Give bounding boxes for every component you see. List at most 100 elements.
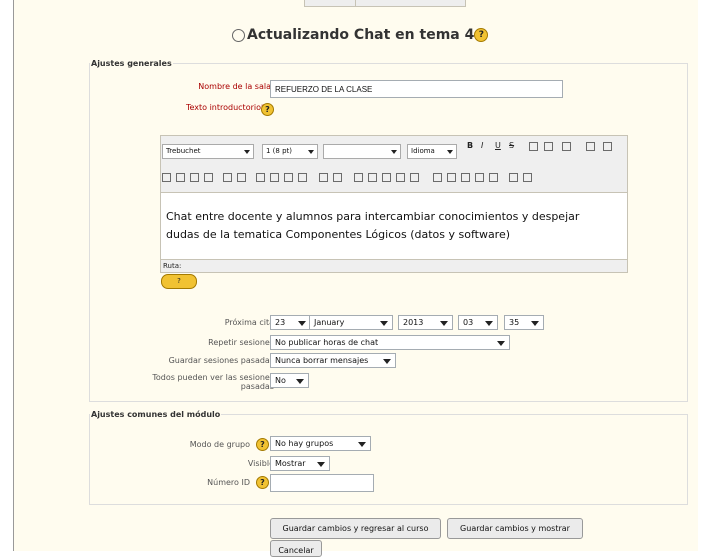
visible-value: Mostrar xyxy=(275,459,306,468)
repeat-select[interactable]: No publicar horas de chat xyxy=(270,335,510,350)
group-mode-value: No hay grupos xyxy=(275,439,334,448)
align-left-icon[interactable] xyxy=(162,173,171,182)
superscript-icon[interactable] xyxy=(544,142,553,151)
month-select-value: January xyxy=(314,318,345,327)
common-settings: Ajustes comunes del módulo xyxy=(89,410,688,505)
language-select-value: Idioma xyxy=(411,147,435,155)
general-settings-legend: Ajustes generales xyxy=(91,59,172,68)
bold-icon[interactable]: B xyxy=(467,141,473,150)
font-select[interactable]: Trebuchet xyxy=(162,144,254,159)
help-icon[interactable]: ? xyxy=(256,476,269,489)
table-icon[interactable] xyxy=(447,173,456,182)
chevron-down-icon xyxy=(383,359,391,364)
room-name-label: Nombre de la sala* xyxy=(132,82,275,91)
help-icon[interactable]: ? xyxy=(474,28,489,42)
chevron-down-icon xyxy=(531,321,539,326)
page-title: Actualizando Chat en tema 4? xyxy=(232,27,489,43)
chat-icon xyxy=(232,28,245,42)
justify-icon[interactable] xyxy=(204,173,213,182)
anchor-icon[interactable] xyxy=(368,173,377,182)
chevron-down-icon xyxy=(296,379,304,384)
chevron-down-icon xyxy=(244,150,250,154)
subscript-icon[interactable] xyxy=(529,142,538,151)
chevron-down-icon xyxy=(485,321,493,326)
link-icon[interactable] xyxy=(382,173,391,182)
text-color-icon[interactable] xyxy=(319,173,328,182)
italic-icon[interactable]: I xyxy=(481,141,483,150)
year-select[interactable]: 2013 xyxy=(398,315,453,330)
underline-icon[interactable]: U xyxy=(495,141,501,150)
cancel-button[interactable]: Cancelar xyxy=(270,540,322,557)
indent-icon[interactable] xyxy=(298,173,307,182)
year-select-value: 2013 xyxy=(403,318,424,327)
keep-sessions-value: Nunca borrar mensajes xyxy=(275,356,369,365)
chevron-down-icon xyxy=(317,462,325,467)
visible-select[interactable]: Mostrar xyxy=(270,456,330,471)
hour-select[interactable]: 03 xyxy=(458,315,498,330)
help-icon[interactable]: ? xyxy=(261,103,274,116)
editor-content[interactable]: Chat entre docente y alumnos para interc… xyxy=(166,208,606,244)
chevron-down-icon xyxy=(298,321,306,326)
group-mode-select[interactable]: No hay grupos xyxy=(270,436,371,451)
emoticon-icon[interactable] xyxy=(461,173,470,182)
horizontal-rule-icon[interactable] xyxy=(354,173,363,182)
rtl-icon[interactable] xyxy=(237,173,246,182)
room-name-input[interactable] xyxy=(270,80,563,98)
tab-separator xyxy=(355,0,356,6)
editor-help-icon[interactable]: ? xyxy=(161,274,197,289)
ltr-icon[interactable] xyxy=(223,173,232,182)
size-select[interactable]: 1 (8 pt) xyxy=(262,144,318,159)
outdent-icon[interactable] xyxy=(284,173,293,182)
rich-text-editor[interactable]: Trebuchet 1 (8 pt) Idioma B I U S Chat e… xyxy=(160,135,628,273)
editor-line-1: Chat entre docente y alumnos para interc… xyxy=(166,210,580,223)
unlink-icon[interactable] xyxy=(396,173,405,182)
size-select-value: 1 (8 pt) xyxy=(266,147,293,155)
everyone-view-select[interactable]: No xyxy=(270,373,309,388)
search-replace-icon[interactable] xyxy=(489,173,498,182)
editor-line-2: dudas de la tematica Componentes Lógicos… xyxy=(166,228,511,241)
everyone-view-label-line1: Todos pueden ver las sesiones xyxy=(152,373,274,382)
next-date-label: Próxima cita xyxy=(224,318,274,327)
minute-select[interactable]: 35 xyxy=(504,315,544,330)
strikethrough-icon[interactable]: S xyxy=(509,141,514,150)
chevron-down-icon xyxy=(497,341,505,346)
prevent-link-icon[interactable] xyxy=(410,173,419,182)
chevron-down-icon xyxy=(358,442,366,447)
special-character-icon[interactable] xyxy=(475,173,484,182)
everyone-view-value: No xyxy=(275,376,286,385)
html-source-icon[interactable] xyxy=(509,173,518,182)
chevron-down-icon xyxy=(440,321,448,326)
keep-sessions-select[interactable]: Nunca borrar mensajes xyxy=(270,353,396,368)
everyone-view-label-line2: pasadas xyxy=(240,382,274,391)
day-select-value: 23 xyxy=(275,318,286,327)
clean-icon[interactable] xyxy=(562,142,571,151)
page-title-text: Actualizando Chat en tema 4 xyxy=(247,27,475,43)
redo-icon[interactable] xyxy=(603,142,612,151)
help-icon[interactable]: ? xyxy=(256,438,269,451)
save-show-button[interactable]: Guardar cambios y mostrar xyxy=(447,518,583,539)
align-center-icon[interactable] xyxy=(176,173,185,182)
keep-sessions-label: Guardar sesiones pasadas xyxy=(168,356,274,365)
editor-toolbar-bottom xyxy=(161,164,627,193)
common-settings-legend: Ajustes comunes del módulo xyxy=(91,410,221,419)
day-select[interactable]: 23 xyxy=(270,315,311,330)
unordered-list-icon[interactable] xyxy=(270,173,279,182)
page: Actualizando Chat en tema 4? Ajustes gen… xyxy=(0,0,702,557)
hour-select-value: 03 xyxy=(463,318,474,327)
month-select[interactable]: January xyxy=(309,315,393,330)
chevron-down-icon xyxy=(308,150,314,154)
fullscreen-icon[interactable] xyxy=(523,173,532,182)
background-color-icon[interactable] xyxy=(333,173,342,182)
image-icon[interactable] xyxy=(433,173,442,182)
style-select[interactable] xyxy=(323,144,401,159)
language-select[interactable]: Idioma xyxy=(407,144,457,159)
editor-toolbar-top: Trebuchet 1 (8 pt) Idioma B I U S xyxy=(161,136,627,164)
id-number-input[interactable] xyxy=(270,474,374,492)
ordered-list-icon[interactable] xyxy=(256,173,265,182)
align-right-icon[interactable] xyxy=(190,173,199,182)
editor-path: Ruta: xyxy=(161,259,627,272)
font-select-value: Trebuchet xyxy=(166,147,201,155)
undo-icon[interactable] xyxy=(586,142,595,151)
save-return-button[interactable]: Guardar cambios y regresar al curso xyxy=(270,518,441,539)
everyone-view-label: Todos pueden ver las sesiones pasadas xyxy=(113,373,274,391)
